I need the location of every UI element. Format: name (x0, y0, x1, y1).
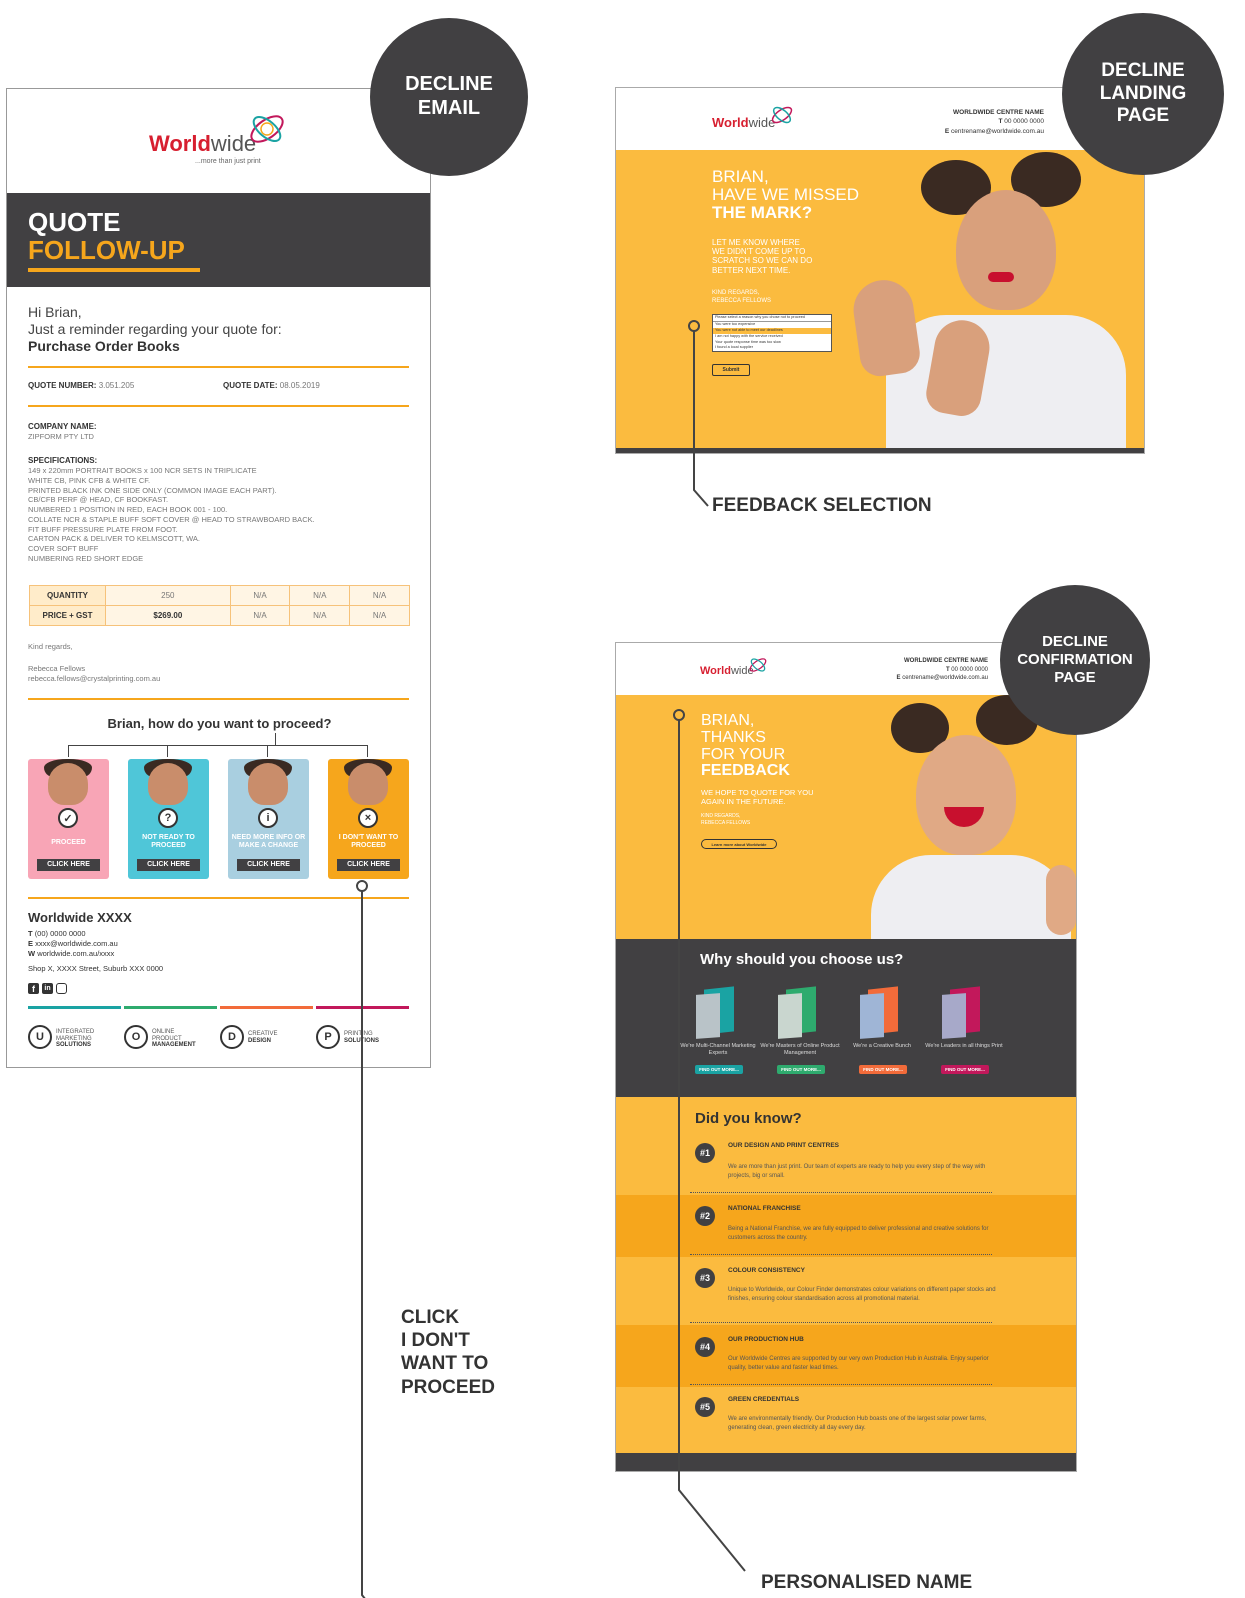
personalised-name-callout: PERSONALISED NAME (761, 1572, 973, 1593)
click-decline-callout: CLICK I DON'T WANT TO PROCEED (401, 1307, 495, 1398)
connector-lines (356, 320, 746, 1598)
feedback-selection-callout: FEEDBACK SELECTION (712, 495, 932, 516)
